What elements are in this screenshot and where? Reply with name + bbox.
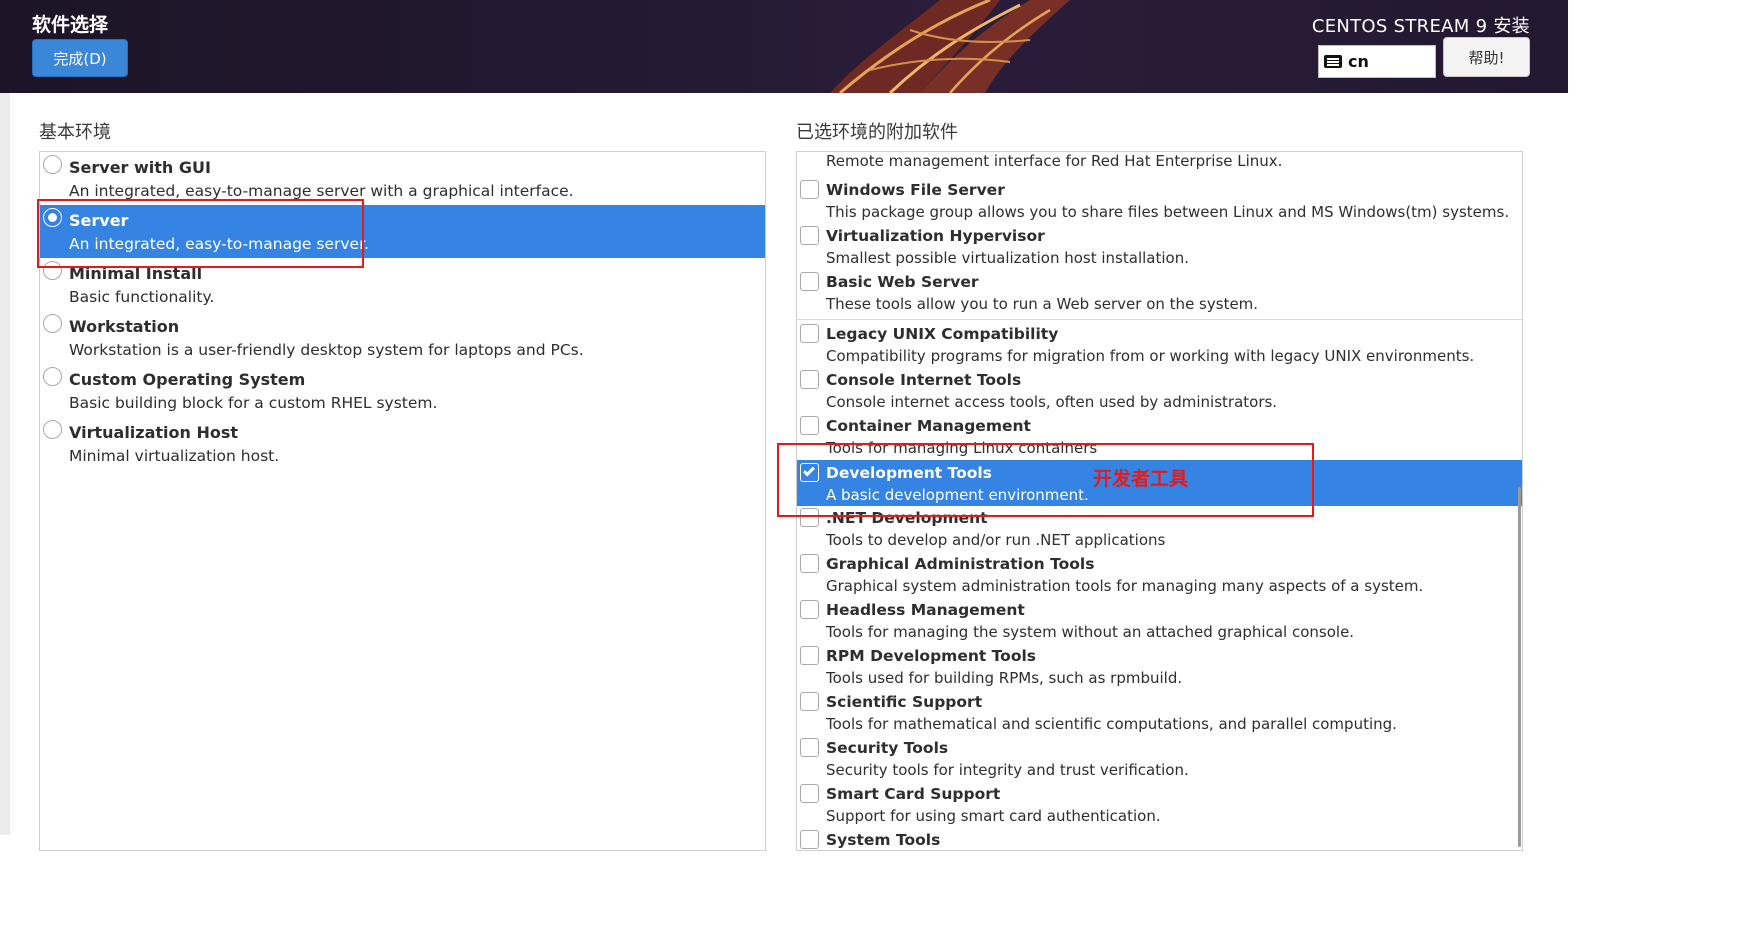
checkbox[interactable]: [800, 600, 819, 619]
addon-name: Legacy UNIX Compatibility: [826, 325, 1059, 343]
addon-desc: Smallest possible virtualization host in…: [826, 249, 1189, 267]
page-title: 软件选择: [32, 14, 109, 36]
checkbox[interactable]: [800, 784, 819, 803]
addon-desc: Security tools for integrity and trust v…: [826, 761, 1189, 779]
env-desc: Basic building block for a custom RHEL s…: [69, 394, 438, 412]
env-name: Workstation: [69, 317, 180, 336]
checkbox[interactable]: [800, 830, 819, 849]
keyboard-layout-indicator[interactable]: cn: [1318, 45, 1436, 78]
addon-desc: Console internet access tools, often use…: [826, 393, 1278, 411]
base-environment-label: 基本环境: [39, 122, 111, 143]
addon-scientific-support[interactable]: Scientific Support Tools for mathematica…: [797, 689, 1522, 735]
addon-name: Security Tools: [826, 739, 949, 757]
env-name: Server with GUI: [69, 158, 211, 177]
addon-basic-web-server[interactable]: Basic Web Server These tools allow you t…: [797, 269, 1522, 315]
addon-name: Container Management: [826, 417, 1031, 435]
addon-desc: These tools allow you to run a Web serve…: [826, 295, 1259, 313]
addon-headless-management[interactable]: Headless Management Tools for managing t…: [797, 597, 1522, 643]
addon-name: Headless Management: [826, 601, 1025, 619]
checkbox[interactable]: [800, 416, 819, 435]
radio-button[interactable]: [43, 420, 62, 439]
addon-rpm-development-tools[interactable]: RPM Development Tools Tools used for bui…: [797, 643, 1522, 689]
annotation-box-development-tools: [777, 443, 1314, 517]
addon-desc: Remote management interface for Red Hat …: [826, 152, 1283, 170]
env-virtualization-host[interactable]: Virtualization Host Minimal virtualizati…: [40, 417, 765, 470]
checkbox[interactable]: [800, 692, 819, 711]
help-button[interactable]: 帮助!: [1443, 37, 1530, 77]
addon-desc: Support for using smart card authenticat…: [826, 807, 1161, 825]
addons-label: 已选环境的附加软件: [796, 122, 958, 143]
env-desc: Workstation is a user-friendly desktop s…: [69, 341, 584, 359]
addon-desc: Tools to develop and/or run .NET applica…: [826, 531, 1166, 549]
checkbox[interactable]: [800, 324, 819, 343]
addon-smart-card-support[interactable]: Smart Card Support Support for using sma…: [797, 781, 1522, 827]
addon-desc: Tools used for building RPMs, such as rp…: [826, 669, 1183, 687]
addon-desc: Tools for mathematical and scientific co…: [826, 715, 1397, 733]
addon-name: RPM Development Tools: [826, 647, 1037, 665]
radio-button[interactable]: [43, 155, 62, 174]
done-button[interactable]: 完成(D): [32, 39, 128, 77]
scrollbar[interactable]: [1518, 487, 1521, 847]
checkbox[interactable]: [800, 554, 819, 573]
checkbox[interactable]: [800, 226, 819, 245]
addon-legacy-unix-compatibility[interactable]: Legacy UNIX Compatibility Compatibility …: [797, 321, 1522, 367]
env-name: Virtualization Host: [69, 423, 239, 442]
addon-name: Virtualization Hypervisor: [826, 227, 1045, 245]
addon-graphical-administration-tools[interactable]: Graphical Administration Tools Graphical…: [797, 551, 1522, 597]
keyboard-layout-label: cn: [1348, 52, 1369, 71]
env-server-with-gui[interactable]: Server with GUI An integrated, easy-to-m…: [40, 152, 765, 205]
addon-name: Console Internet Tools: [826, 371, 1022, 389]
list-divider: [797, 319, 1522, 320]
addon-console-internet-tools[interactable]: Console Internet Tools Console internet …: [797, 367, 1522, 413]
env-desc: An integrated, easy-to-manage server wit…: [69, 182, 574, 200]
annotation-box-server: [37, 199, 364, 268]
checkbox[interactable]: [800, 180, 819, 199]
checkbox[interactable]: [800, 646, 819, 665]
addon-name: System Tools: [826, 831, 941, 849]
radio-button[interactable]: [43, 314, 62, 333]
env-name: Custom Operating System: [69, 370, 306, 389]
addon-virtualization-hypervisor[interactable]: Virtualization Hypervisor Smallest possi…: [797, 223, 1522, 269]
product-title: CENTOS STREAM 9 安装: [1311, 16, 1530, 37]
env-desc: Minimal virtualization host.: [69, 447, 280, 465]
addon-desc: Compatibility programs for migration fro…: [826, 347, 1475, 365]
left-edge-shadow: [0, 93, 10, 835]
addon-name: Smart Card Support: [826, 785, 1001, 803]
env-custom-operating-system[interactable]: Custom Operating System Basic building b…: [40, 364, 765, 417]
addon-desc: Graphical system administration tools fo…: [826, 577, 1424, 595]
env-workstation[interactable]: Workstation Workstation is a user-friend…: [40, 311, 765, 364]
keyboard-icon: [1324, 55, 1342, 68]
addon-name: Windows File Server: [826, 181, 1005, 199]
addon-desc: Tools for managing the system without an…: [826, 623, 1355, 641]
addon-desc: This package group allows you to share f…: [826, 203, 1510, 221]
header-bar: 软件选择 完成(D) CENTOS STREAM 9 安装 cn 帮助!: [0, 0, 1568, 93]
addon-name: Scientific Support: [826, 693, 983, 711]
checkbox[interactable]: [800, 738, 819, 757]
addon-windows-file-server[interactable]: Windows File Server This package group a…: [797, 177, 1522, 223]
addon-partial-top[interactable]: Remote management interface for Red Hat …: [797, 152, 1522, 176]
addon-system-tools[interactable]: System Tools: [797, 827, 1522, 850]
addon-security-tools[interactable]: Security Tools Security tools for integr…: [797, 735, 1522, 781]
header-background-art: [830, 0, 1070, 93]
radio-button[interactable]: [43, 367, 62, 386]
checkbox[interactable]: [800, 370, 819, 389]
addon-name: Graphical Administration Tools: [826, 555, 1095, 573]
annotation-note: 开发者工具: [1093, 468, 1189, 490]
env-desc: Basic functionality.: [69, 288, 215, 306]
addon-name: Basic Web Server: [826, 273, 979, 291]
checkbox[interactable]: [800, 272, 819, 291]
